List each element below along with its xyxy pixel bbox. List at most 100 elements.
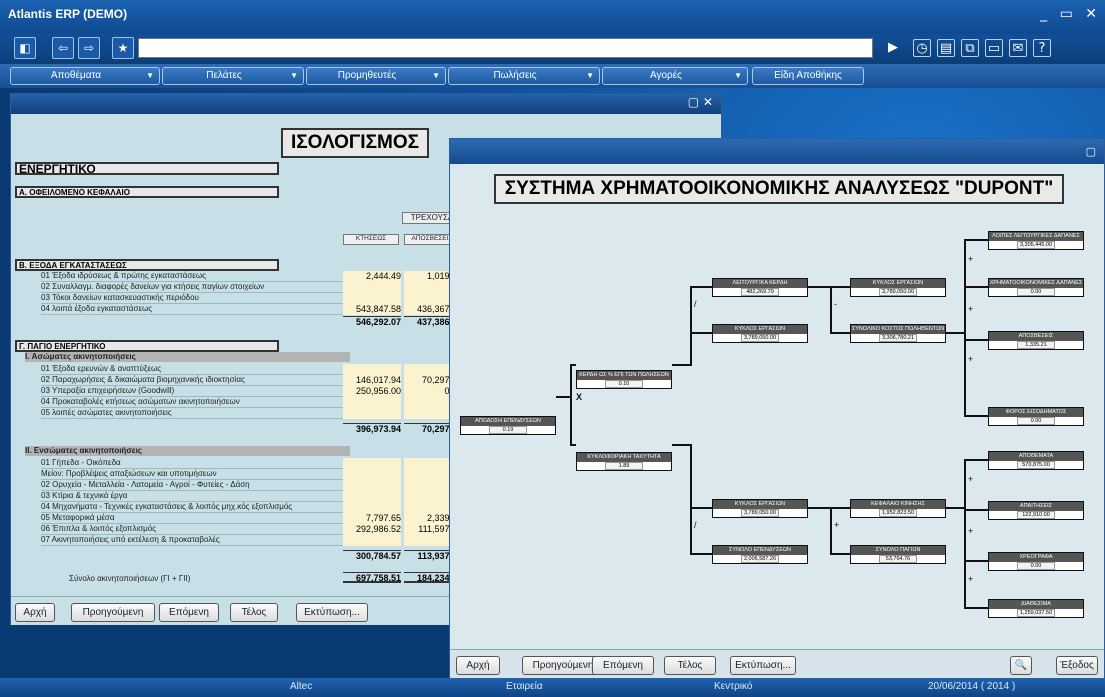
row-cost[interactable]: 292,986.52	[343, 524, 401, 535]
maximize-icon[interactable]: ▢	[1086, 145, 1096, 158]
row-label: 02 Συναλλαγμ. διαφορές δανείων για κτήσε…	[41, 282, 347, 293]
print-button[interactable]: Εκτύπωση...	[296, 603, 368, 622]
total-cost: 546,292.07	[343, 316, 401, 327]
row-cost[interactable]	[343, 364, 401, 375]
windows-icon[interactable]: ⧉	[961, 39, 979, 57]
row-label: 06 Έπιπλα & λοιπός εξοπλισμός	[41, 524, 347, 535]
menu-stock-items[interactable]: Είδη Αποθήκης	[752, 67, 864, 85]
status-company: Altec	[290, 681, 313, 692]
row-cost[interactable]	[343, 502, 401, 513]
menu-purchases[interactable]: Αγορές ▼	[602, 67, 748, 85]
col-cost: ΚΤΗΣΕΩΣ	[343, 234, 399, 245]
sub-tangible: II. Ενσώματες ακινητοποιήσεις	[25, 446, 350, 456]
sub-intangible: I. Ασώματες ακινητοποιήσεις	[25, 352, 350, 362]
menu-customers[interactable]: Πελάτες ▼	[162, 67, 304, 85]
connector	[690, 332, 712, 334]
connector	[946, 507, 966, 509]
chevron-down-icon: ▼	[146, 71, 154, 80]
panel-toggle-icon[interactable]: ◧	[14, 37, 36, 59]
menu-inventory[interactable]: Αποθέματα ▼	[10, 67, 160, 85]
next-button[interactable]: Επόμενη	[159, 603, 219, 622]
last-button[interactable]: Τέλος	[230, 603, 278, 622]
chevron-down-icon: ▼	[432, 71, 440, 80]
document-icon[interactable]: ▤	[937, 39, 955, 57]
fixed-assets-box: ΣΥΝΟΛΟ ΠΑΓΙΩΝ 53,764.76	[850, 545, 946, 564]
depreciation-box: ΑΠΟΣΒΕΣΕΙΣ 1,335.21	[988, 331, 1084, 350]
favorites-icon[interactable]: ★	[112, 37, 134, 59]
title-bar: Atlantis ERP (DEMO) _ ▭ ✕	[0, 0, 1105, 34]
back-icon[interactable]: ⇦	[52, 37, 74, 59]
go-icon[interactable]: ▶	[884, 39, 902, 57]
help-icon[interactable]: ?	[1033, 39, 1051, 57]
window-controls[interactable]: _ ▭ ✕	[1040, 6, 1101, 22]
zoom-icon[interactable]: 🔍	[1010, 656, 1032, 675]
total-cost-box: ΣΥΝΟΛΙΚΟ ΚΟΣΤΟΣ ΠΩΛΗΘΕΝΤΩΝ 3,306,780.21	[850, 324, 946, 343]
previous-button[interactable]: Προηγούμενη	[71, 603, 155, 622]
row-cost[interactable]	[343, 491, 401, 502]
window-controls[interactable]: ▢ ✕	[688, 95, 713, 109]
row-label: 05 Μεταφορικά μέσα	[41, 513, 347, 524]
chevron-down-icon: ▼	[586, 71, 594, 80]
operator-divide: /	[694, 520, 697, 530]
inventory-box: ΑΠΟΘΕΜΑΤΑ 570,875.00	[988, 451, 1084, 470]
connector	[964, 459, 988, 461]
first-button[interactable]: Αρχή	[15, 603, 55, 622]
row-cost[interactable]	[343, 293, 401, 304]
connector	[830, 332, 850, 334]
status-bar: Altec Εταιρεία Κεντρικό 20/06/2014 ( 201…	[0, 678, 1105, 697]
monitor-icon[interactable]: ▭	[985, 39, 1003, 57]
connector	[830, 507, 832, 555]
row-cost[interactable]	[343, 480, 401, 491]
row-cost[interactable]	[343, 282, 401, 293]
row-label: 05 λοιπές ασώματες ακινητοποιήσεις	[41, 408, 347, 419]
menu-suppliers[interactable]: Προμηθευτές ▼	[306, 67, 446, 85]
menu-sales[interactable]: Πωλήσεις ▼	[448, 67, 600, 85]
mail-icon[interactable]: ✉	[1009, 39, 1027, 57]
row-cost[interactable]	[343, 458, 401, 469]
turnover-box: ΚΥΚΛΟΦΟΡΙΑΚΗ ΤΑΧΥΤΗΤΑ 1.89	[576, 452, 672, 471]
row-label: 01 Έξοδα ερευνών & αναπτύξεως	[41, 364, 347, 375]
row-cost[interactable]	[343, 408, 401, 419]
row-label: 07 Ακινητοποιήσεις υπό εκτέλεση & προκατ…	[41, 535, 347, 546]
connector	[964, 607, 988, 609]
connector	[570, 444, 576, 446]
row-cost[interactable]: 250,956.00	[343, 386, 401, 397]
row-label: 03 Τόκοι δανείων κατασκευαστικής περιόδο…	[41, 293, 347, 304]
operator-plus: +	[968, 304, 974, 314]
dupont-window: ▢ ΣΥΣΤΗΜΑ ΧΡΗΜΑΤΟΟΙΚΟΝΟΜΙΚΗΣ ΑΝΑΛΥΣΕΩΣ "…	[449, 138, 1105, 678]
connector	[964, 560, 988, 562]
clock-icon[interactable]: ◷	[913, 39, 931, 57]
toolbar: ◧ ⇦ ⇨ ★ ▶ ◷ ▤ ⧉ ▭ ✉ ?	[0, 34, 1105, 62]
row-cost[interactable]: 2,444.49	[343, 271, 401, 282]
operator-minus: -	[834, 299, 837, 309]
address-input[interactable]	[138, 38, 873, 58]
print-button[interactable]: Εκτύπωση...	[730, 656, 796, 675]
fixed-total-cost: 697,758.51	[343, 572, 401, 583]
first-button[interactable]: Αρχή	[456, 656, 500, 675]
exit-button[interactable]: Έξοδος	[1056, 656, 1098, 675]
income-tax-box: ΦΟΡΟΣ ΕΙΣΟΔΗΜΑΤΟΣ 0.00	[988, 407, 1084, 426]
working-capital-box: ΚΕΦΑΛΑΙΟ ΚΙΝΗΣΗΣ 1,952,823.50	[850, 499, 946, 518]
operator-plus: +	[968, 574, 974, 584]
cash-box: ΔΙΑΘΕΣΙΜΑ 1,259,037.50	[988, 599, 1084, 618]
row-cost[interactable]	[343, 397, 401, 408]
sales-box-3: ΚΥΚΛΟΣ ΕΡΓΑΣΙΩΝ 3,789,050.00	[850, 278, 946, 297]
connector	[964, 239, 966, 417]
other-expenses-box: ΛΟΙΠΕΣ ΛΕΙΤΟΥΡΓΙΚΕΣ ΔΑΠΑΝΕΣ 3,305,445.00	[988, 231, 1084, 250]
row-cost[interactable]: 146,017.94	[343, 375, 401, 386]
row-label: 03 Υπεραξία επιχειρήσεων (Goodwill)	[41, 386, 347, 397]
row-cost[interactable]: 543,847.58	[343, 304, 401, 315]
connector	[690, 507, 712, 509]
forward-icon[interactable]: ⇨	[78, 37, 100, 59]
last-button[interactable]: Τέλος	[664, 656, 716, 675]
row-label: 02 Παραχωρήσεις & δικαιώματα βιομηχανική…	[41, 375, 347, 386]
connector	[830, 553, 850, 555]
investments-box: ΣΥΝΟΛΟ ΕΠΕΝΔΥΣΕΩΝ 2,006,587.26	[712, 545, 808, 564]
op-profit-box: ΛΕΙΤΟΥΡΓΙΚΑ ΚΕΡΔΗ 482,269.79	[712, 278, 808, 297]
next-button[interactable]: Επόμενη	[592, 656, 654, 675]
row-cost[interactable]	[343, 535, 401, 546]
row-label: 04 λοιπά έξοδα εγκαταστάσεως	[41, 304, 347, 315]
row-label: 01 Γήπεδα - Οικόπεδα	[41, 458, 347, 469]
row-cost[interactable]	[343, 469, 401, 480]
row-cost[interactable]: 7,797.65	[343, 513, 401, 524]
